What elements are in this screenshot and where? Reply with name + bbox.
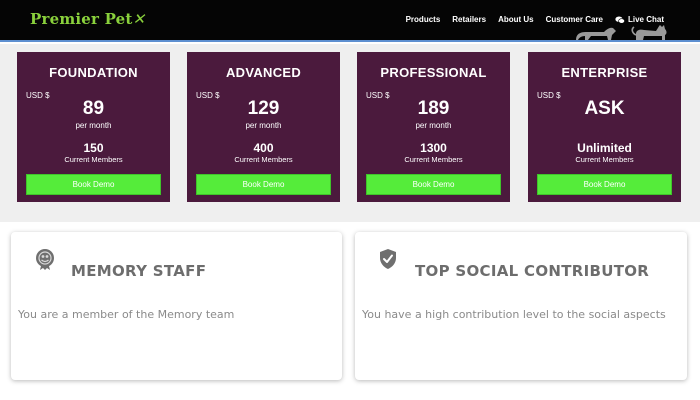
badge-description-memory-staff: You are a member of the Memory team [18, 308, 235, 321]
badge-description-top-social-contributor: You have a high contribution level to th… [362, 308, 666, 321]
plan-card-enterprise: ENTERPRISE USD $ ASK Unlimited Current M… [528, 52, 681, 202]
plan-period: per month [75, 121, 112, 130]
plan-price: 129 [247, 98, 280, 119]
badge-title-top-social-contributor: TOP SOCIAL CONTRIBUTOR [415, 262, 650, 280]
plan-name: ENTERPRISE [561, 65, 648, 80]
plan-period: per month [415, 121, 452, 130]
nav-products[interactable]: Products [406, 15, 441, 24]
plan-card-professional: PROFESSIONAL USD $ 189 per month 1300 Cu… [357, 52, 510, 202]
plan-name: PROFESSIONAL [380, 65, 487, 80]
plan-members-label: Current Members [234, 155, 293, 164]
plan-price: ASK [584, 98, 625, 119]
plan-members-label: Current Members [64, 155, 123, 164]
plan-name: FOUNDATION [49, 65, 138, 80]
pets-silhouette-icon [576, 25, 667, 40]
plan-members-label: Current Members [404, 155, 463, 164]
badge-card-memory-staff [11, 232, 342, 380]
plan-members-label: Current Members [575, 155, 634, 164]
plan-name: ADVANCED [225, 65, 302, 80]
nav-about-us[interactable]: About Us [498, 15, 534, 24]
logo-text: Premier Pet [30, 10, 133, 28]
book-demo-button[interactable]: Book Demo [366, 174, 501, 195]
plan-price: 89 [82, 98, 105, 119]
badge-title-memory-staff: MEMORY STAFF [71, 262, 207, 280]
plan-members-count: Unlimited [577, 141, 632, 155]
plan-members-count: 400 [253, 141, 274, 155]
nav-retailers[interactable]: Retailers [452, 15, 486, 24]
plan-price: 189 [417, 98, 450, 119]
logo-tail: ✕ [132, 10, 146, 28]
badge-card-top-social-contributor [355, 232, 687, 380]
memory-badge-icon [36, 249, 54, 270]
book-demo-button[interactable]: Book Demo [537, 174, 672, 195]
top-navigation-bar: Premier Pet✕ Products Retailers About Us… [0, 0, 700, 42]
plan-members-count: 150 [83, 141, 104, 155]
plan-members-count: 1300 [420, 141, 447, 155]
book-demo-button[interactable]: Book Demo [26, 174, 161, 195]
shield-check-icon [380, 249, 396, 269]
book-demo-button[interactable]: Book Demo [196, 174, 331, 195]
plan-card-advanced: ADVANCED USD $ 129 per month 400 Current… [187, 52, 340, 202]
plan-period: per month [245, 121, 282, 130]
pricing-section: FOUNDATION USD $ 89 per month 150 Curren… [0, 44, 700, 222]
premier-pet-logo[interactable]: Premier Pet✕ [30, 10, 145, 28]
plan-card-foundation: FOUNDATION USD $ 89 per month 150 Curren… [17, 52, 170, 202]
